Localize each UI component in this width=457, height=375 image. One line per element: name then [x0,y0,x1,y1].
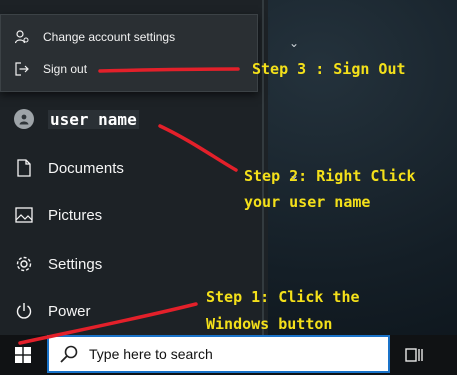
power-icon [14,301,34,321]
gear-icon [14,254,34,274]
step2-annotation-line1: Step 2: Right Click [244,167,416,185]
search-icon [59,344,79,364]
pictures-icon [14,205,34,225]
document-icon [14,158,34,178]
sign-out-item[interactable]: Sign out [1,53,257,85]
avatar [14,109,34,129]
task-view-button[interactable] [402,343,426,367]
documents-item[interactable]: Documents [0,146,262,190]
search-placeholder: Type here to search [89,346,213,362]
sign-out-icon [15,62,29,76]
user-name-label: user name [48,109,139,129]
step2-annotation-line2: your user name [244,193,371,211]
chevron-down-icon[interactable]: ⌄ [289,36,299,50]
power-label: Power [48,302,91,320]
task-view-icon [405,348,423,362]
documents-label: Documents [48,159,124,177]
change-account-settings-label: Change account settings [43,30,176,44]
step1-annotation-line2: Windows button [206,315,333,333]
change-account-settings-item[interactable]: Change account settings [1,21,257,53]
settings-label: Settings [48,255,103,273]
taskbar-search-box[interactable]: Type here to search [47,335,390,373]
step1-annotation-line1: Step 1: Click the [206,288,360,306]
windows-start-button[interactable] [0,335,46,375]
settings-item[interactable]: Settings [0,242,262,286]
account-settings-icon [15,30,29,44]
user-icon [14,109,34,129]
account-flyout: Change account settings Sign out [0,14,258,92]
pictures-label: Pictures [48,206,103,224]
step3-annotation: Step 3 : Sign Out [252,60,406,78]
user-account-item[interactable]: user name [0,97,262,141]
pictures-item[interactable]: Pictures [0,193,262,237]
windows-logo-icon [15,347,31,363]
sign-out-label: Sign out [43,62,88,76]
